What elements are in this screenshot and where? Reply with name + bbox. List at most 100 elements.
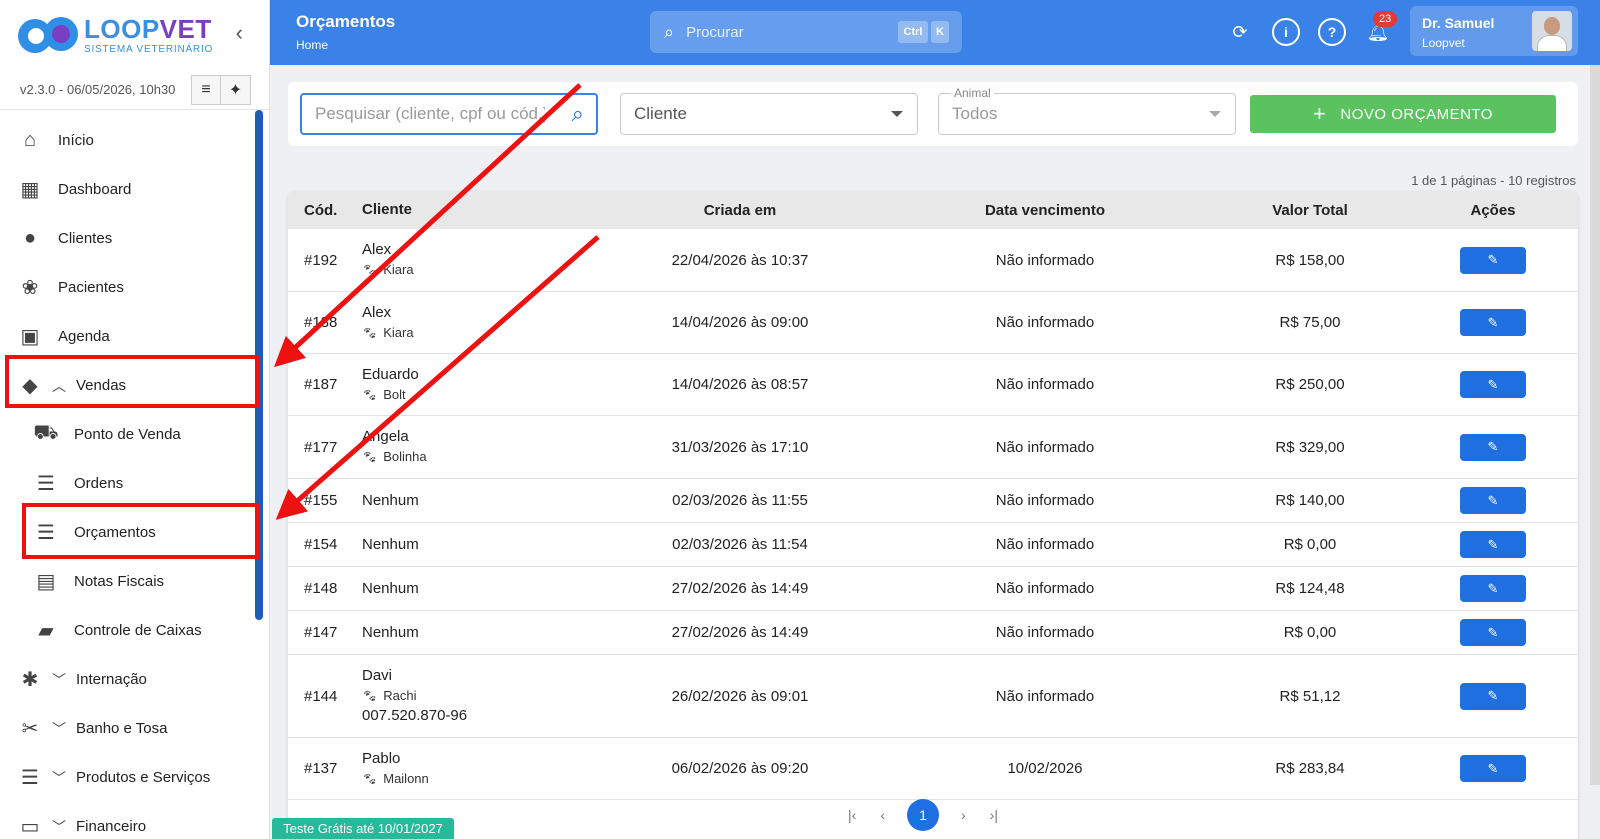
sparkle-icon[interactable]: ✦ [221,75,251,105]
client-name: Eduardo [362,365,419,383]
user-name: Dr. Samuel [1422,15,1495,31]
edit-button[interactable]: ✎ [1460,755,1526,782]
col-criada[interactable]: Criada em [602,202,878,219]
col-vencimento[interactable]: Data vencimento [878,202,1212,219]
table-row[interactable]: #177 Angela 🐾︎ Bolinha 31/03/2026 às 17:10 Nã… [288,416,1578,479]
new-budget-label: NOVO ORÇAMENTO [1340,105,1493,123]
cell-criada: 02/03/2026 às 11:55 [672,492,808,509]
animal-select[interactable]: Animal Todos [938,86,1236,135]
cell-cod: #192 [304,251,338,269]
budget-search-input[interactable] [315,104,545,124]
cell-cod: #148 [304,580,338,597]
client-select[interactable]: Cliente [620,93,918,135]
cell-valor: R$ 283,84 [1275,760,1345,777]
filter-bar: ⌕ Cliente Animal Todos + NOVO ORÇAMENTO [288,82,1578,146]
first-page-icon[interactable]: |‹ [848,807,856,823]
cell-cod: #144 [304,687,338,705]
sidebar-item-financeiro[interactable]: ▭ ﹀ Financeiro [0,802,269,839]
cell-acoes: ✎ [1408,682,1578,710]
sidebar-item-ponto-de-venda[interactable]: ⛟ Ponto de Venda [0,410,269,459]
cell-criada: 27/02/2026 às 14:49 [671,624,809,641]
sidebar-item-label: Início [58,132,94,149]
cell-vencimento: Não informado [995,314,1095,331]
table-row[interactable]: #148 Nenhum 27/02/2026 às 14:49 Não informa… [288,567,1578,611]
edit-button[interactable]: ✎ [1460,487,1526,514]
sidebar-item-banho-e-tosa[interactable]: ✂ ﹀ Banho e Tosa [0,704,269,753]
budget-search-field[interactable]: ⌕ [300,93,598,135]
sync-icon[interactable]: ⟳ [1226,18,1254,46]
logo[interactable]: LOOPVET SISTEMA VETERINÁRIO ‹ [0,0,269,70]
pencil-icon: ✎ [1487,314,1499,330]
table-row[interactable]: #155 Nenhum 02/03/2026 às 11:55 Não informa… [288,479,1578,523]
paw-icon: 🐾︎ [362,450,378,464]
user-menu[interactable]: Dr. Samuel Loopvet [1410,6,1578,56]
sidebar-item-ordens[interactable]: ☰ Ordens [0,459,269,508]
sidebar-item-notas-fiscais[interactable]: ▤ Notas Fiscais [0,557,269,606]
logo-name-loop: LOOP [84,13,160,44]
cell-cliente: Pablo 🐾︎ Mailonn [362,749,602,789]
last-page-icon[interactable]: ›| [990,807,998,823]
pagination: |‹ ‹ 1 › ›| [836,799,1010,831]
list-icon: ☰ [21,767,39,789]
cell-acoes: ✎ [1408,246,1578,274]
sidebar-item-dashboard[interactable]: ▦ Dashboard [0,165,269,214]
cell-cliente: Alex 🐾︎ Kiara [362,303,602,343]
table-row[interactable]: #147 Nenhum 27/02/2026 às 14:49 Não informa… [288,611,1578,655]
global-search[interactable]: ⌕ Ctrl K [650,11,962,53]
cell-cod: #187 [304,376,338,393]
client-name: Pablo [362,749,401,767]
collapse-sidebar-icon[interactable]: ‹ [236,20,243,46]
edit-button[interactable]: ✎ [1460,246,1526,274]
edit-button[interactable]: ✎ [1460,371,1526,398]
sidebar-item-clientes[interactable]: ● Clientes [0,214,269,263]
menu-lines-icon[interactable]: ≡ [191,75,221,105]
sidebar-item-agenda[interactable]: ▣ Agenda [0,312,269,361]
money-icon: ▭ [20,816,40,838]
edit-button[interactable]: ✎ [1460,619,1526,646]
chevron-down-icon: ﹀ [52,818,66,835]
page-number-current[interactable]: 1 [906,799,939,831]
sidebar-item-label: Agenda [58,328,110,345]
edit-button[interactable]: ✎ [1460,531,1526,558]
table-row[interactable]: #154 Nenhum 02/03/2026 às 11:54 Não informa… [288,523,1578,567]
sidebar-item-produtos-e-servicos[interactable]: ☰ ﹀ Produtos e Serviços [0,753,269,802]
page-scrollbar[interactable] [1590,65,1600,785]
table-row[interactable]: #137 Pablo 🐾︎ Mailonn 06/02/2026 às 09:20 10/… [288,738,1578,800]
breadcrumb[interactable]: Home [296,38,328,52]
search-icon: ⌕ [664,21,675,42]
col-valor[interactable]: Valor Total [1212,202,1408,219]
table-row[interactable]: #188 Alex 🐾︎ Kiara 14/04/2026 às 09:00 Não in… [288,292,1578,354]
edit-button[interactable]: ✎ [1460,575,1526,602]
sidebar-item-controle-de-caixas[interactable]: ▰ Controle de Caixas [0,606,269,655]
edit-button[interactable]: ✎ [1460,433,1526,461]
next-page-icon[interactable]: › [961,807,966,823]
col-cod[interactable]: Cód. [288,202,362,219]
client-name: Davi [362,667,393,684]
global-search-input[interactable] [686,23,877,41]
paw-icon: 🐾︎ [362,263,378,277]
info-icon[interactable]: i [1272,18,1300,46]
edit-button[interactable]: ✎ [1460,682,1526,710]
pet-line: 🐾︎ Bolt [362,385,602,405]
new-budget-button[interactable]: + NOVO ORÇAMENTO [1250,95,1556,133]
cell-cod: #177 [304,438,338,456]
cell-acoes: ✎ [1408,575,1578,602]
table-row[interactable]: #187 Eduardo 🐾︎ Bolt 14/04/2026 às 08:57 Não … [288,354,1578,416]
help-icon[interactable]: ? [1318,18,1346,46]
dashboard-icon: ▦ [20,179,40,201]
home-icon: ⌂ [23,129,37,151]
search-icon[interactable]: ⌕ [572,101,584,127]
sidebar-item-pacientes[interactable]: ❀ Pacientes [0,263,269,312]
col-cliente[interactable]: Cliente [362,200,602,220]
sidebar-item-internacao[interactable]: ✱ ﹀ Internação [0,655,269,704]
edit-button[interactable]: ✎ [1460,309,1526,336]
cell-valor: R$ 158,00 [1275,251,1345,269]
table-row[interactable]: #144 Davi 🐾︎ Rachi 007.520.870-96 26/02/2026 … [288,655,1578,738]
sidebar-item-inicio[interactable]: ⌂ Início [0,116,269,165]
table-body: #192 Alex 🐾︎ Kiara 22/04/2026 às 10:37 Não in… [288,229,1578,800]
prev-page-icon[interactable]: ‹ [880,807,885,823]
cell-vencimento: Não informado [995,492,1095,509]
table-row[interactable]: #192 Alex 🐾︎ Kiara 22/04/2026 às 10:37 Não in… [288,229,1578,292]
sidebar-item-label: Controle de Caixas [74,622,202,639]
client-name: Nenhum [362,491,419,509]
